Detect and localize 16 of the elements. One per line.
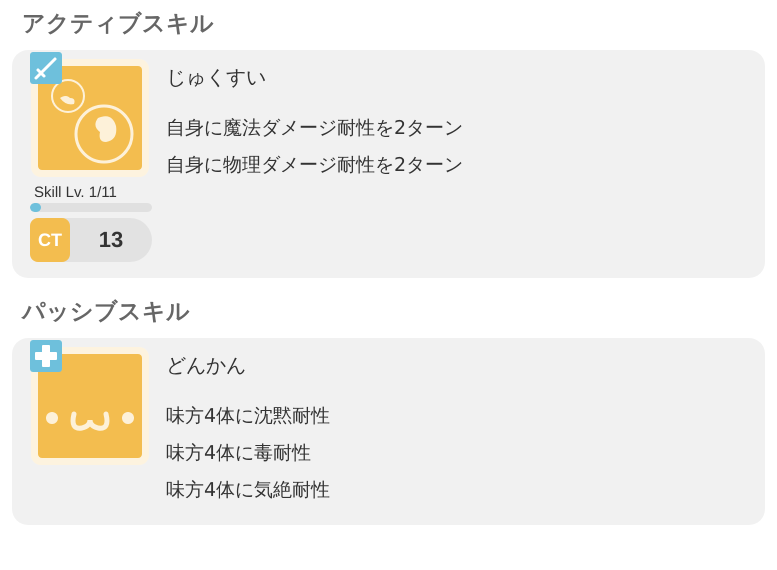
skill-name: じゅくすい [166, 64, 267, 91]
skill-art-icon [30, 346, 150, 466]
skill-description: 味方4体に気絶耐性 [166, 478, 332, 503]
skill-description: 自身に魔法ダメージ耐性を2ターン [166, 116, 464, 141]
skill-name: どんかん [166, 352, 247, 379]
section-heading: アクティブスキル [21, 10, 215, 39]
skill-description: 味方4体に沈黙耐性 [166, 404, 332, 429]
section-heading: パッシブスキル [20, 298, 191, 327]
cooldown-icon: CT [30, 218, 70, 262]
skill-description: 自身に物理ダメージ耐性を2ターン [166, 153, 464, 178]
sword-icon [30, 52, 62, 84]
cooldown-value: 13 [98, 227, 124, 253]
plus-icon [30, 340, 62, 372]
skill-description: 味方4体に毒耐性 [166, 441, 312, 466]
skill-art-icon [30, 58, 150, 178]
skill-level-text: Skill Lv. 1/11 [33, 184, 118, 201]
